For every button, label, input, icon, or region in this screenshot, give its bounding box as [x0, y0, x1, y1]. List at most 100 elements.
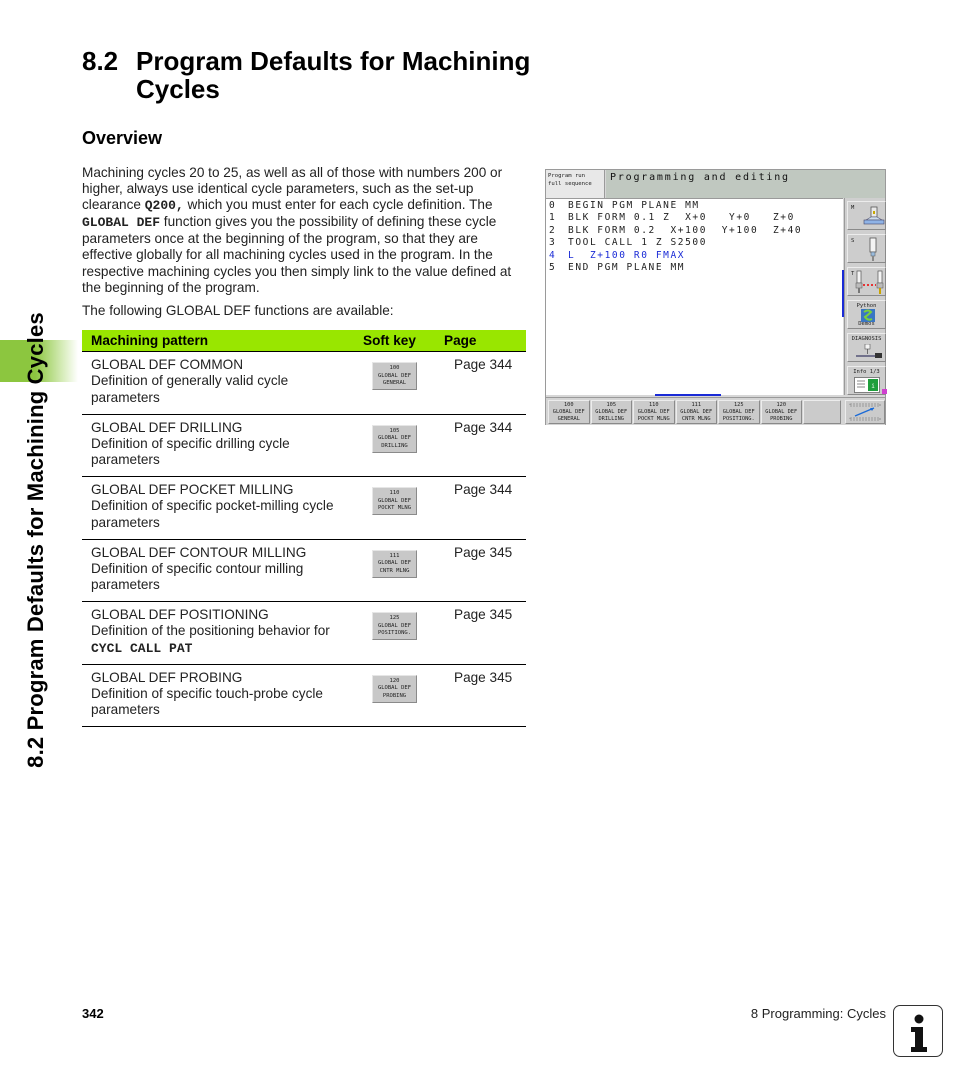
cnc-softkey-line: 100 [563, 402, 574, 408]
program-line[interactable]: 2 BLK FORM 0.2 X+100 Y+100 Z+40 [546, 225, 843, 237]
softkey-line-3: CNTR MLNG [379, 567, 410, 574]
horizontal-softkey-bar: 100 GLOBAL DEF GENERAL 105 GLOBAL DEF DRILLIN… [546, 397, 885, 425]
softkey-line-2: GLOBAL DEF [377, 372, 412, 379]
line-number: 0 [549, 200, 557, 211]
info-glyph [911, 1014, 927, 1052]
info-label: Info 1/3 [853, 369, 880, 375]
machining-pattern-cell: GLOBAL DEF CONTOUR MILLING Definition of … [91, 545, 356, 595]
chapter-title: 8 Programming: Cycles [750, 1006, 886, 1021]
cnc-softkey-line: 120 [776, 402, 787, 408]
cnc-softkey-line: 111 [691, 402, 702, 408]
page-reference[interactable]: Page 345 [454, 607, 512, 622]
cnc-softkey[interactable]: 125 GLOBAL DEF POSITIONG. [718, 400, 760, 424]
pattern-description: Definition of the positioning behavior f… [91, 623, 330, 639]
pattern-description: Definition of specific touch-probe cycle… [91, 685, 323, 718]
global-def-softkey[interactable]: 120 GLOBAL DEF PROBING [372, 674, 417, 703]
line-number: 4 [549, 249, 557, 261]
cnc-softkey-line: GLOBAL DEF [637, 409, 670, 416]
side-tab-label: 8.2 Program Defaults for Machining Cycle… [23, 312, 48, 768]
line-number: 3 [549, 237, 557, 249]
cnc-softkey-line: POSITIONG. [722, 416, 755, 423]
line-text: BLK FORM 0.1 Z X+0 Y+0 Z+0 [568, 212, 795, 224]
line-number: 2 [549, 224, 557, 236]
page-reference[interactable]: Page 344 [454, 420, 512, 435]
softkey-s-label: S [851, 238, 855, 244]
cnc-softkey-line: DRILLING [598, 416, 624, 423]
page-reference[interactable]: Page 344 [454, 357, 512, 372]
program-line[interactable]: 5 END PGM PLANE MM [546, 262, 843, 274]
header-soft-key: Soft key [363, 333, 416, 348]
cnc-softkey-line: GLOBAL DEF [765, 409, 798, 416]
program-editor[interactable]: 0 BEGIN PGM PLANE MM 1 BLK FORM 0.1 Z X+0 Y… [546, 198, 843, 396]
pattern-title: GLOBAL DEF CONTOUR MILLING [91, 544, 307, 560]
diagnosis-icon [856, 344, 882, 358]
machining-pattern-cell: GLOBAL DEF POCKET MILLING Definition of s… [91, 482, 356, 532]
pattern-description: Definition of specific pocket-milling cy… [91, 498, 334, 530]
global-def-softkey[interactable]: 110 GLOBAL DEF POCKT MLNG [372, 487, 417, 515]
global-def-softkey[interactable]: 100 GLOBAL DEF GENERAL [372, 362, 417, 390]
global-def-softkey[interactable]: 111 GLOBAL DEF CNTR MLNG [372, 549, 417, 578]
table-row: GLOBAL DEF POSITIONING Definition of the … [82, 602, 526, 665]
vertical-softkey-bar: M S T Python Demos DIAGNOSIS Info 1/3 i [844, 198, 886, 395]
global-def-softkey[interactable]: 125 GLOBAL DEF POSITIONG. [372, 612, 417, 640]
line-text: BLK FORM 0.2 X+100 Y+100 Z+40 [568, 224, 803, 236]
cnc-softkey-line: GENERAL [557, 416, 580, 423]
softkey-m-label: M [851, 205, 855, 211]
soft-key-cell: 111 GLOBAL DEF CNTR MLNG [372, 549, 417, 578]
horizontal-scrollbar[interactable] [655, 394, 721, 396]
softkey-number: 120 [389, 677, 400, 684]
pattern-description: Definition of generally valid cycle para… [91, 373, 289, 405]
soft-key-cell: 105 GLOBAL DEF DRILLING [372, 424, 417, 453]
cnc-softkey[interactable]: 120 GLOBAL DEF PROBING [760, 400, 802, 424]
line-number: 5 [549, 262, 557, 274]
pattern-title: GLOBAL DEF POSITIONING [91, 607, 269, 622]
softkey-line-3: GENERAL [382, 380, 407, 387]
softkey-row-switch-button[interactable] [845, 400, 885, 424]
cnc-softkey[interactable] [803, 400, 841, 424]
softkey-m[interactable]: M [847, 201, 886, 230]
program-line[interactable]: 0 BEGIN PGM PLANE MM [546, 200, 843, 212]
program-line[interactable]: 1 BLK FORM 0.1 Z X+0 Y+0 Z+0 [546, 212, 843, 224]
global-def-softkey[interactable]: 105 GLOBAL DEF DRILLING [372, 424, 417, 453]
machining-pattern-cell: GLOBAL DEF PROBING Definition of specific… [91, 670, 356, 720]
cnc-softkey-line: POCKT MLNG [637, 416, 670, 423]
softkey-line-3: POSITIONG. [377, 630, 412, 637]
machine-icon [863, 206, 885, 225]
table-header: Machining pattern Soft key Page [82, 330, 526, 352]
program-line[interactable]: 4 L Z+100 R0 FMAX [546, 250, 843, 262]
intro-paragraph: Machining cycles 20 to 25, as well as al… [82, 165, 527, 296]
softkey-t[interactable]: T [847, 267, 886, 296]
demos-label: Demos [858, 321, 875, 327]
soft-key-cell: 125 GLOBAL DEF POSITIONG. [372, 612, 417, 640]
section-title: Program Defaults for Machining Cycles [136, 46, 531, 104]
pattern-description: Definition of specific drilling cycle pa… [91, 435, 290, 468]
cnc-softkey[interactable]: 110 GLOBAL DEF POCKT MLNG [633, 400, 675, 424]
page-reference[interactable]: Page 345 [454, 670, 512, 685]
softkey-line-2: GLOBAL DEF [377, 560, 412, 567]
screen-indicator-icon [882, 389, 887, 394]
cnc-softkey-line: GLOBAL DEF [680, 409, 713, 416]
cnc-softkey[interactable]: 100 GLOBAL DEF GENERAL [548, 400, 590, 424]
line-text: BEGIN PGM PLANE MM [568, 200, 700, 211]
table-row: GLOBAL DEF PROBING Definition of specific… [82, 665, 526, 727]
cnc-softkey-line: PROBING [770, 416, 793, 423]
softkey-line-3: POCKT MLNG [377, 505, 412, 512]
page-reference[interactable]: Page 344 [454, 482, 512, 497]
page-reference[interactable]: Page 345 [454, 545, 512, 560]
table-row: GLOBAL DEF DRILLING Definition of specifi… [82, 415, 526, 477]
cnc-softkey-line: GLOBAL DEF [595, 409, 628, 416]
available-text: The following GLOBAL DEF functions are a… [82, 303, 394, 318]
softkey-s[interactable]: S [847, 234, 886, 263]
cnc-softkey-line: 105 [606, 402, 617, 408]
table-row: GLOBAL DEF POCKET MILLING Definition of s… [82, 477, 526, 540]
cnc-softkey[interactable]: 111 GLOBAL DEF CNTR MLNG [675, 400, 717, 424]
softkey-python-demos[interactable]: Python Demos [847, 300, 886, 329]
program-line[interactable]: 3 TOOL CALL 1 Z S2500 [546, 237, 843, 249]
line-text: TOOL CALL 1 Z S2500 [568, 237, 708, 249]
softkey-diagnosis[interactable]: DIAGNOSIS [847, 333, 886, 362]
code-q200: Q200, [144, 198, 184, 214]
page-number: 342 [82, 1006, 104, 1021]
cnc-softkey[interactable]: 105 GLOBAL DEF DRILLING [590, 400, 632, 424]
softkey-info[interactable]: Info 1/3 i [847, 366, 886, 395]
pattern-title: GLOBAL DEF DRILLING [91, 419, 243, 435]
